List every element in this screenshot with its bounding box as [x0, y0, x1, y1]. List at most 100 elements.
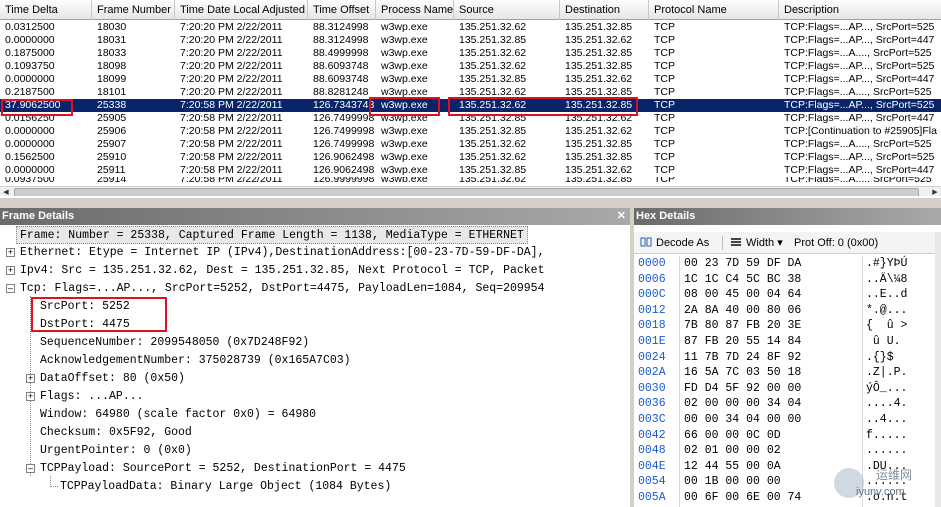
- cell-frame-number: 18031: [97, 34, 127, 46]
- collapse-minus-icon[interactable]: –: [6, 284, 15, 293]
- table-row[interactable]: 0.0000000 18031 7:20:20 PM 2/22/2011 88.312…: [0, 34, 941, 47]
- column-header-time-date[interactable]: Time Date Local Adjusted: [175, 0, 308, 20]
- cell-time-delta: 0.1093750: [5, 60, 55, 72]
- cell-description: TCP:Flags=...AP..., SrcPort=447: [784, 112, 935, 124]
- scroll-thumb[interactable]: [14, 188, 919, 196]
- hex-ascii[interactable]: ......: [866, 443, 907, 459]
- tree-node-ethernet[interactable]: Ethernet: Etype = Internet IP (IPv4),Des…: [20, 244, 545, 262]
- close-icon[interactable]: ✕: [617, 208, 626, 225]
- horizontal-splitter[interactable]: [0, 198, 941, 208]
- expand-plus-icon[interactable]: +: [6, 266, 15, 275]
- tree-node-ipv4[interactable]: Ipv4: Src = 135.251.32.62, Dest = 135.25…: [20, 262, 545, 280]
- hex-ascii[interactable]: *.@...: [866, 303, 907, 319]
- hex-ascii[interactable]: .Z|.P.: [866, 365, 907, 381]
- cell-description: TCP:Flags=...AP..., SrcPort=525: [784, 21, 935, 33]
- tree-node-srcport[interactable]: SrcPort: 5252: [40, 298, 130, 316]
- table-row[interactable]: 0.0000000 18099 7:20:20 PM 2/22/2011 88.609…: [0, 73, 941, 86]
- cell-source: 135.251.32.62: [459, 151, 527, 163]
- width-dropdown[interactable]: Width ▾: [730, 235, 783, 251]
- scroll-right-icon[interactable]: ▶: [929, 187, 941, 196]
- cell-frame-number: 25338: [97, 99, 127, 111]
- scroll-left-icon[interactable]: ◀: [0, 187, 12, 196]
- tree-node-urgent[interactable]: UrgentPointer: 0 (0x0): [40, 442, 192, 460]
- cell-time-delta: 0.0000000: [5, 138, 55, 150]
- hex-bytes[interactable]: 00 23 7D 59 DF DA: [684, 256, 801, 272]
- hex-bytes[interactable]: 08 00 45 00 04 64: [684, 287, 801, 303]
- cell-description: TCP:Flags=...AP..., SrcPort=525: [784, 151, 935, 163]
- cell-process-name: w3wp.exe: [381, 60, 428, 72]
- hex-bytes[interactable]: 12 44 55 00 0A: [684, 459, 781, 475]
- cell-destination: 135.251.32.85: [565, 60, 633, 72]
- decode-as-button[interactable]: Decode As: [640, 235, 709, 251]
- hex-ascii[interactable]: ....4.: [866, 396, 907, 412]
- cell-destination: 135.251.32.85: [565, 138, 633, 150]
- collapse-minus-icon[interactable]: –: [26, 464, 35, 473]
- hex-bytes[interactable]: FD D4 5F 92 00 00: [684, 381, 801, 397]
- tree-node-dataoffset[interactable]: DataOffset: 80 (0x50): [40, 370, 185, 388]
- table-row[interactable]: 0.0000000 25906 7:20:58 PM 2/22/2011 126.74…: [0, 125, 941, 138]
- cell-frame-number: 18030: [97, 21, 127, 33]
- expand-plus-icon[interactable]: +: [6, 248, 15, 257]
- hex-bytes[interactable]: 02 00 00 00 34 04: [684, 396, 801, 412]
- tree-node-sequence[interactable]: SequenceNumber: 2099548050 (0x7D248F92): [40, 334, 309, 352]
- hex-bytes[interactable]: 66 00 00 0C 0D: [684, 428, 781, 444]
- hex-ascii[interactable]: ..4...: [866, 412, 907, 428]
- grid-horizontal-scrollbar[interactable]: ◀ ▶: [0, 186, 941, 196]
- column-header-destination[interactable]: Destination: [560, 0, 649, 20]
- hex-ascii[interactable]: ..E..d: [866, 287, 907, 303]
- tree-node-checksum[interactable]: Checksum: 0x5F92, Good: [40, 424, 192, 442]
- tree-node-payloaddata[interactable]: TCPPayloadData: Binary Large Object (108…: [60, 478, 391, 496]
- tree-node-frame[interactable]: Frame: Number = 25338, Captured Frame Le…: [16, 226, 528, 244]
- hex-ascii[interactable]: f.....: [866, 428, 907, 444]
- hex-bytes[interactable]: 2A 8A 40 00 80 06: [684, 303, 801, 319]
- hex-bytes[interactable]: 02 01 00 00 02: [684, 443, 781, 459]
- hex-bytes[interactable]: 7B 80 87 FB 20 3E: [684, 318, 801, 334]
- column-header-time-delta[interactable]: Time Delta: [0, 0, 92, 20]
- hex-offset: 0000: [638, 257, 666, 270]
- expand-plus-icon[interactable]: +: [26, 374, 35, 383]
- hex-ascii[interactable]: { û >: [866, 318, 907, 334]
- column-header-time-offset[interactable]: Time Offset: [308, 0, 376, 20]
- column-header-protocol-name[interactable]: Protocol Name: [649, 0, 779, 20]
- hex-bytes[interactable]: 00 6F 00 6E 00 74: [684, 490, 801, 506]
- hex-bytes[interactable]: 00 00 34 04 00 00: [684, 412, 801, 428]
- cell-time-delta: 0.1562500: [5, 151, 55, 163]
- cell-frame-number: 18101: [97, 86, 127, 98]
- table-row[interactable]: 0.0000000 25911 7:20:58 PM 2/22/2011 126.90…: [0, 164, 941, 177]
- tree-node-dstport[interactable]: DstPort: 4475: [40, 316, 130, 334]
- column-header-process-name[interactable]: Process Name: [376, 0, 454, 20]
- hex-bytes[interactable]: 1C 1C C4 5C BC 38: [684, 272, 801, 288]
- table-row[interactable]: 0.0156250 25905 7:20:58 PM 2/22/2011 126.74…: [0, 112, 941, 125]
- hex-offset: 0018: [638, 319, 666, 333]
- table-row[interactable]: 0.1562500 25910 7:20:58 PM 2/22/2011 126.90…: [0, 151, 941, 164]
- cell-time-date: 7:20:58 PM 2/22/2011: [180, 164, 283, 176]
- table-row[interactable]: 0.1875000 18033 7:20:20 PM 2/22/2011 88.499…: [0, 47, 941, 60]
- table-row[interactable]: 0.0312500 18030 7:20:20 PM 2/22/2011 88.312…: [0, 21, 941, 34]
- hex-offset: 004E: [638, 459, 666, 473]
- tree-node-tcppayload[interactable]: TCPPayload: SourcePort = 5252, Destinati…: [40, 460, 406, 478]
- hex-ascii[interactable]: .#}YÞÚ: [866, 256, 907, 272]
- table-row[interactable]: 0.1093750 18098 7:20:20 PM 2/22/2011 88.609…: [0, 60, 941, 73]
- tree-node-window[interactable]: Window: 64980 (scale factor 0x0) = 64980: [40, 406, 316, 424]
- column-header-source[interactable]: Source: [454, 0, 560, 20]
- expand-plus-icon[interactable]: +: [26, 392, 35, 401]
- hex-bytes[interactable]: 00 1B 00 00 00: [684, 474, 781, 490]
- hex-bytes[interactable]: 11 7B 7D 24 8F 92: [684, 350, 801, 366]
- hex-ascii[interactable]: ..Ä\¼8: [866, 272, 907, 288]
- table-row[interactable]: 0.2187500 18101 7:20:20 PM 2/22/2011 88.828…: [0, 86, 941, 99]
- hex-ascii[interactable]: û U.: [866, 334, 901, 350]
- hex-bytes[interactable]: 16 5A 7C 03 50 18: [684, 365, 801, 381]
- hex-bytes[interactable]: 87 FB 20 55 14 84: [684, 334, 801, 350]
- tree-node-ack[interactable]: AcknowledgementNumber: 375028739 (0x165A…: [40, 352, 351, 370]
- hex-ascii[interactable]: .{}$: [866, 350, 894, 366]
- cell-time-offset: 126.9062498: [313, 151, 375, 163]
- cell-frame-number: 18099: [97, 73, 127, 85]
- table-row[interactable]: 37.9062500 25338 7:20:58 PM 2/22/2011 126.7…: [0, 99, 941, 112]
- cell-time-delta: 0.0156250: [5, 112, 55, 124]
- hex-ascii[interactable]: ýÔ_...: [866, 381, 907, 397]
- column-header-frame-number[interactable]: Frame Number: [92, 0, 175, 20]
- tree-node-tcp[interactable]: Tcp: Flags=...AP..., SrcPort=5252, DstPo…: [20, 280, 545, 298]
- column-header-description[interactable]: Description: [779, 0, 941, 20]
- tree-node-flags[interactable]: Flags: ...AP...: [40, 388, 144, 406]
- table-row[interactable]: 0.0000000 25907 7:20:58 PM 2/22/2011 126.74…: [0, 138, 941, 151]
